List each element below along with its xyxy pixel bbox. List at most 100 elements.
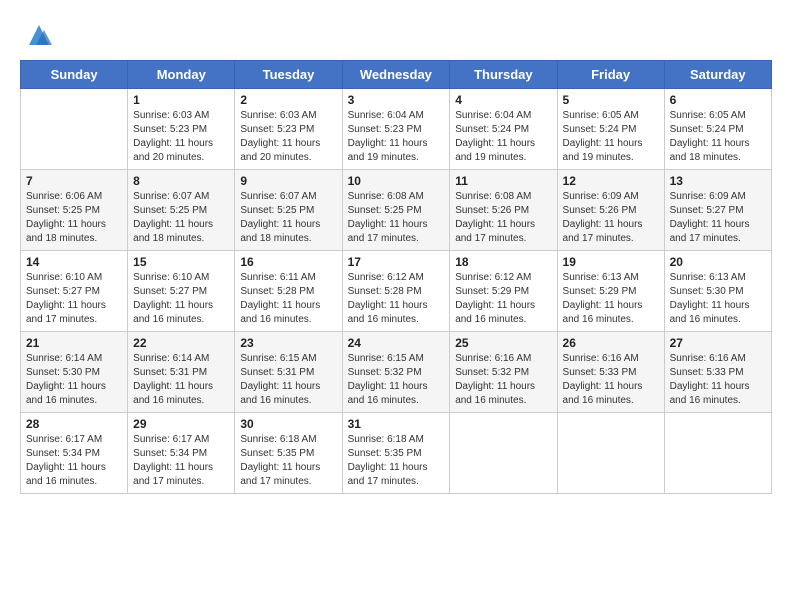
calendar-cell: 26Sunrise: 6:16 AMSunset: 5:33 PMDayligh… [557, 332, 664, 413]
day-number: 1 [133, 93, 229, 107]
cell-info: Sunrise: 6:03 AMSunset: 5:23 PMDaylight:… [133, 109, 229, 165]
cell-info: Sunrise: 6:18 AMSunset: 5:35 PMDaylight:… [240, 433, 336, 489]
day-header-sunday: Sunday [21, 61, 128, 89]
day-number: 5 [563, 93, 659, 107]
day-number: 26 [563, 336, 659, 350]
calendar-header-row: SundayMondayTuesdayWednesdayThursdayFrid… [21, 61, 772, 89]
cell-info: Sunrise: 6:08 AMSunset: 5:26 PMDaylight:… [455, 190, 551, 246]
day-header-saturday: Saturday [664, 61, 771, 89]
calendar-cell: 11 Sunrise: 6:08 AMSunset: 5:26 PMDayligh… [450, 170, 557, 251]
logo [20, 20, 54, 50]
day-header-monday: Monday [128, 61, 235, 89]
day-number: 31 [348, 417, 445, 431]
calendar-cell: 23 Sunrise: 6:15 AMSunset: 5:31 PMDayligh… [235, 332, 342, 413]
cell-info: Sunrise: 6:04 AMSunset: 5:23 PMDaylight:… [348, 109, 445, 165]
page-header [20, 20, 772, 50]
day-number: 17 [348, 255, 445, 269]
cell-info: Sunrise: 6:17 AMSunset: 5:34 PMDaylight:… [133, 433, 229, 489]
calendar-cell: 31 Sunrise: 6:18 AMSunset: 5:35 PMDayligh… [342, 413, 450, 494]
logo-icon [24, 20, 54, 50]
day-number: 16 [240, 255, 336, 269]
day-number: 14 [26, 255, 122, 269]
calendar-cell: 12 Sunrise: 6:09 AMSunset: 5:26 PMDayligh… [557, 170, 664, 251]
day-number: 20 [670, 255, 766, 269]
calendar-cell: 18 Sunrise: 6:12 AMSunset: 5:29 PMDayligh… [450, 251, 557, 332]
calendar-cell: 25 Sunrise: 6:16 AMSunset: 5:32 PMDayligh… [450, 332, 557, 413]
cell-info: Sunrise: 6:07 AMSunset: 5:25 PMDaylight:… [240, 190, 336, 246]
cell-info: Sunrise: 6:18 AMSunset: 5:35 PMDaylight:… [348, 433, 445, 489]
day-number: 25 [455, 336, 551, 350]
day-number: 23 [240, 336, 336, 350]
cell-info: Sunrise: 6:10 AMSunset: 5:27 PMDaylight:… [26, 271, 122, 327]
cell-info: Sunrise: 6:03 AMSunset: 5:23 PMDaylight:… [240, 109, 336, 165]
cell-info: Sunrise: 6:14 AMSunset: 5:30 PMDaylight:… [26, 352, 122, 408]
cell-info: Sunrise: 6:13 AMSunset: 5:30 PMDaylight:… [670, 271, 766, 327]
calendar-week-5: 28 Sunrise: 6:17 AMSunset: 5:34 PMDayligh… [21, 413, 772, 494]
day-number: 4 [455, 93, 551, 107]
cell-info: Sunrise: 6:15 AMSunset: 5:31 PMDaylight:… [240, 352, 336, 408]
calendar-cell: 1 Sunrise: 6:03 AMSunset: 5:23 PMDaylight… [128, 89, 235, 170]
cell-info: Sunrise: 6:09 AMSunset: 5:27 PMDaylight:… [670, 190, 766, 246]
day-number: 22 [133, 336, 229, 350]
calendar-cell: 13 Sunrise: 6:09 AMSunset: 5:27 PMDayligh… [664, 170, 771, 251]
calendar-cell [664, 413, 771, 494]
cell-info: Sunrise: 6:10 AMSunset: 5:27 PMDaylight:… [133, 271, 229, 327]
cell-info: Sunrise: 6:17 AMSunset: 5:34 PMDaylight:… [26, 433, 122, 489]
day-number: 11 [455, 174, 551, 188]
calendar-cell: 3 Sunrise: 6:04 AMSunset: 5:23 PMDaylight… [342, 89, 450, 170]
calendar-week-2: 7 Sunrise: 6:06 AMSunset: 5:25 PMDaylight… [21, 170, 772, 251]
cell-info: Sunrise: 6:16 AMSunset: 5:32 PMDaylight:… [455, 352, 551, 408]
cell-info: Sunrise: 6:15 AMSunset: 5:32 PMDaylight:… [348, 352, 445, 408]
calendar-cell: 10 Sunrise: 6:08 AMSunset: 5:25 PMDayligh… [342, 170, 450, 251]
day-number: 6 [670, 93, 766, 107]
day-number: 15 [133, 255, 229, 269]
day-number: 2 [240, 93, 336, 107]
cell-info: Sunrise: 6:12 AMSunset: 5:29 PMDaylight:… [455, 271, 551, 327]
cell-info: Sunrise: 6:09 AMSunset: 5:26 PMDaylight:… [563, 190, 659, 246]
calendar-cell: 2 Sunrise: 6:03 AMSunset: 5:23 PMDaylight… [235, 89, 342, 170]
calendar-cell: 30 Sunrise: 6:18 AMSunset: 5:35 PMDayligh… [235, 413, 342, 494]
calendar-cell: 6Sunrise: 6:05 AMSunset: 5:24 PMDaylight… [664, 89, 771, 170]
calendar-cell: 20 Sunrise: 6:13 AMSunset: 5:30 PMDayligh… [664, 251, 771, 332]
day-header-thursday: Thursday [450, 61, 557, 89]
day-number: 9 [240, 174, 336, 188]
calendar-week-1: 1 Sunrise: 6:03 AMSunset: 5:23 PMDaylight… [21, 89, 772, 170]
calendar-cell: 22 Sunrise: 6:14 AMSunset: 5:31 PMDayligh… [128, 332, 235, 413]
calendar-cell: 15 Sunrise: 6:10 AMSunset: 5:27 PMDayligh… [128, 251, 235, 332]
calendar-week-4: 21Sunrise: 6:14 AMSunset: 5:30 PMDayligh… [21, 332, 772, 413]
day-number: 8 [133, 174, 229, 188]
day-number: 7 [26, 174, 122, 188]
cell-info: Sunrise: 6:12 AMSunset: 5:28 PMDaylight:… [348, 271, 445, 327]
day-number: 12 [563, 174, 659, 188]
calendar-cell: 4 Sunrise: 6:04 AMSunset: 5:24 PMDaylight… [450, 89, 557, 170]
day-number: 13 [670, 174, 766, 188]
calendar-cell: 16 Sunrise: 6:11 AMSunset: 5:28 PMDayligh… [235, 251, 342, 332]
calendar-cell: 24Sunrise: 6:15 AMSunset: 5:32 PMDayligh… [342, 332, 450, 413]
cell-info: Sunrise: 6:07 AMSunset: 5:25 PMDaylight:… [133, 190, 229, 246]
cell-info: Sunrise: 6:06 AMSunset: 5:25 PMDaylight:… [26, 190, 122, 246]
cell-info: Sunrise: 6:16 AMSunset: 5:33 PMDaylight:… [670, 352, 766, 408]
cell-info: Sunrise: 6:14 AMSunset: 5:31 PMDaylight:… [133, 352, 229, 408]
calendar-cell: 8 Sunrise: 6:07 AMSunset: 5:25 PMDaylight… [128, 170, 235, 251]
day-number: 10 [348, 174, 445, 188]
calendar-table: SundayMondayTuesdayWednesdayThursdayFrid… [20, 60, 772, 494]
calendar-cell [21, 89, 128, 170]
calendar-cell: 27 Sunrise: 6:16 AMSunset: 5:33 PMDayligh… [664, 332, 771, 413]
calendar-cell [450, 413, 557, 494]
day-number: 30 [240, 417, 336, 431]
calendar-cell: 28 Sunrise: 6:17 AMSunset: 5:34 PMDayligh… [21, 413, 128, 494]
cell-info: Sunrise: 6:11 AMSunset: 5:28 PMDaylight:… [240, 271, 336, 327]
cell-info: Sunrise: 6:13 AMSunset: 5:29 PMDaylight:… [563, 271, 659, 327]
day-number: 3 [348, 93, 445, 107]
day-number: 18 [455, 255, 551, 269]
calendar-cell: 7 Sunrise: 6:06 AMSunset: 5:25 PMDaylight… [21, 170, 128, 251]
day-number: 27 [670, 336, 766, 350]
calendar-cell [557, 413, 664, 494]
day-number: 28 [26, 417, 122, 431]
cell-info: Sunrise: 6:08 AMSunset: 5:25 PMDaylight:… [348, 190, 445, 246]
calendar-cell: 21Sunrise: 6:14 AMSunset: 5:30 PMDayligh… [21, 332, 128, 413]
day-header-wednesday: Wednesday [342, 61, 450, 89]
calendar-cell: 29Sunrise: 6:17 AMSunset: 5:34 PMDayligh… [128, 413, 235, 494]
day-header-friday: Friday [557, 61, 664, 89]
cell-info: Sunrise: 6:04 AMSunset: 5:24 PMDaylight:… [455, 109, 551, 165]
